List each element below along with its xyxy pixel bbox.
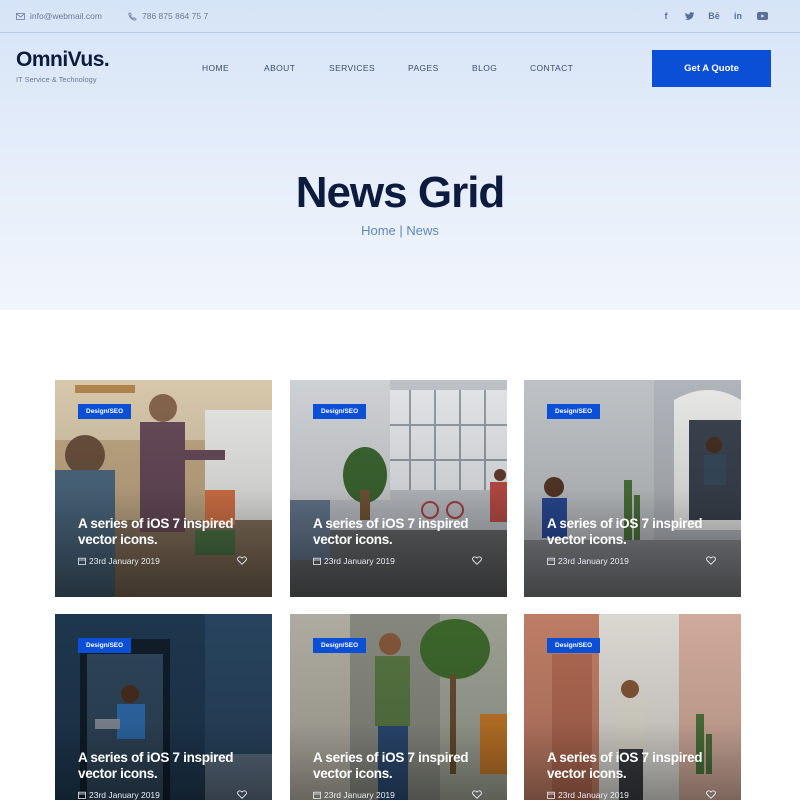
- category-badge[interactable]: Design/SEO: [313, 404, 367, 419]
- nav-item-contact[interactable]: CONTACT: [530, 63, 573, 73]
- email-text: info@webmail.com: [30, 11, 102, 21]
- phone-icon: [128, 11, 137, 21]
- news-card[interactable]: Design/SEO A series of iOS 7 inspired ve…: [55, 614, 272, 800]
- post-date: 23rd January 2019: [313, 790, 395, 800]
- category-badge[interactable]: Design/SEO: [313, 638, 367, 653]
- nav-item-services[interactable]: SERVICES: [329, 63, 375, 73]
- contact-email[interactable]: info@webmail.com: [16, 0, 102, 32]
- heart-icon[interactable]: [706, 556, 716, 565]
- news-card[interactable]: Design/SEO A series of iOS 7 inspired ve…: [524, 614, 741, 800]
- logo-tagline: IT Service & Technology: [16, 75, 97, 84]
- category-badge[interactable]: Design/SEO: [78, 638, 132, 653]
- category-badge[interactable]: Design/SEO: [547, 404, 601, 419]
- post-title[interactable]: A series of iOS 7 inspired vector icons.: [78, 516, 258, 548]
- post-date-text: 23rd January 2019: [558, 556, 629, 566]
- post-date-text: 23rd January 2019: [89, 556, 160, 566]
- nav-item-about[interactable]: ABOUT: [264, 63, 295, 73]
- post-date: 23rd January 2019: [547, 790, 629, 800]
- envelope-icon: [16, 12, 25, 20]
- facebook-icon[interactable]: f: [654, 11, 678, 21]
- calendar-icon: [78, 557, 86, 565]
- post-date: 23rd January 2019: [547, 556, 629, 566]
- twitter-icon[interactable]: [678, 12, 702, 20]
- youtube-icon[interactable]: [750, 12, 774, 20]
- news-card[interactable]: Design/SEO A series of iOS 7 inspired ve…: [290, 614, 507, 800]
- calendar-icon: [313, 791, 321, 799]
- heart-icon[interactable]: [472, 556, 482, 565]
- calendar-icon: [313, 557, 321, 565]
- nav-item-pages[interactable]: PAGES: [408, 63, 439, 73]
- news-card[interactable]: Design/SEO A series of iOS 7 inspired ve…: [524, 380, 741, 597]
- get-a-quote-button[interactable]: Get A Quote: [652, 50, 771, 87]
- post-title[interactable]: A series of iOS 7 inspired vector icons.: [547, 516, 727, 548]
- news-card[interactable]: Design/SEO A series of iOS 7 inspired ve…: [55, 380, 272, 597]
- breadcrumb[interactable]: Home | News: [0, 223, 800, 238]
- post-title[interactable]: A series of iOS 7 inspired vector icons.: [313, 750, 493, 782]
- category-badge[interactable]: Design/SEO: [547, 638, 601, 653]
- social-links: f Bē in: [654, 0, 774, 32]
- nav-item-home[interactable]: HOME: [202, 63, 229, 73]
- post-title[interactable]: A series of iOS 7 inspired vector icons.: [547, 750, 727, 782]
- post-date-text: 23rd January 2019: [324, 790, 395, 800]
- hero-banner: [0, 0, 800, 310]
- page-title: News Grid: [295, 168, 506, 217]
- heart-icon[interactable]: [706, 790, 716, 799]
- post-date: 23rd January 2019: [313, 556, 395, 566]
- heart-icon[interactable]: [237, 790, 247, 799]
- post-title[interactable]: A series of iOS 7 inspired vector icons.: [313, 516, 493, 548]
- calendar-icon: [547, 791, 555, 799]
- contact-phone[interactable]: 786 875 864 75 7: [128, 0, 208, 32]
- category-badge[interactable]: Design/SEO: [78, 404, 132, 419]
- calendar-icon: [78, 791, 86, 799]
- post-date: 23rd January 2019: [78, 790, 160, 800]
- post-date-text: 23rd January 2019: [89, 790, 160, 800]
- post-title[interactable]: A series of iOS 7 inspired vector icons.: [78, 750, 258, 782]
- post-date: 23rd January 2019: [78, 556, 160, 566]
- calendar-icon: [547, 557, 555, 565]
- heart-icon[interactable]: [472, 790, 482, 799]
- post-date-text: 23rd January 2019: [558, 790, 629, 800]
- linkedin-icon[interactable]: in: [726, 11, 750, 21]
- post-date-text: 23rd January 2019: [324, 556, 395, 566]
- news-card[interactable]: Design/SEO A series of iOS 7 inspired ve…: [290, 380, 507, 597]
- behance-icon[interactable]: Bē: [702, 11, 726, 21]
- top-bar: info@webmail.com 786 875 864 75 7 f Bē i…: [0, 0, 800, 33]
- phone-text: 786 875 864 75 7: [142, 11, 209, 21]
- heart-icon[interactable]: [237, 556, 247, 565]
- nav-item-blog[interactable]: BLOG: [472, 63, 497, 73]
